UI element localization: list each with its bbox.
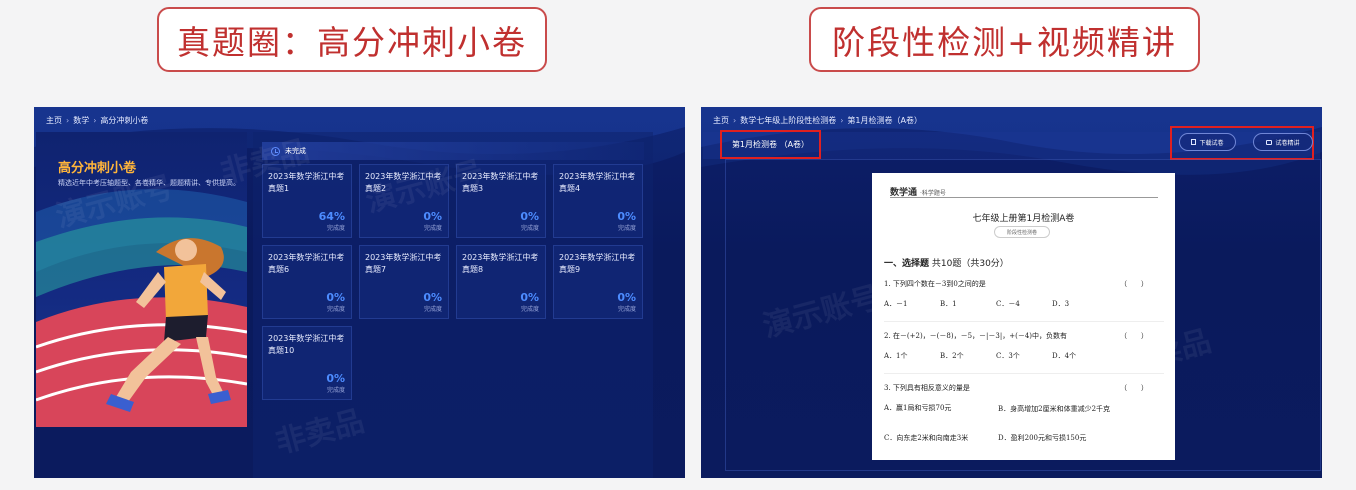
option: B．2个 [940,352,964,360]
option: D．盈利200元和亏损150元 [998,434,1087,442]
option: D．3 [1052,300,1070,308]
document-icon [1191,139,1197,145]
section-title: 一、选择题 [884,259,930,269]
answer-bracket: （ ） [1120,384,1148,392]
paper-card[interactable]: 2023年数学浙江中考真题7 0% 完成度 [359,245,449,319]
paper-title: 七年级上册第1月检测A卷 [972,214,1075,224]
question-text: 1. 下列四个数在－3到0之间的是 [884,280,986,288]
exam-paper[interactable]: 数学通 ·科学题号 七年级上册第1月检测A卷 阶段性检测卷 一、选择题 共10题（… [872,173,1175,460]
question-options: A．－1 B．1 C．－4 D．3 [884,299,1108,309]
breadcrumb-home[interactable]: 主页 [713,115,729,126]
question-options: A．1个 B．2个 C．3个 D．4个 [884,351,1108,361]
option: C．3个 [996,352,1020,360]
option: A．－1 [884,300,908,308]
download-paper-button[interactable]: 下载试卷 [1179,133,1236,151]
section-heading: 一、选择题 共10题（共30分） [884,256,1009,269]
question-divider [884,321,1164,322]
card-title: 2023年数学浙江中考真题4 [559,172,636,193]
option: B．1 [940,300,957,308]
paper-list-area: 未完成 2023年数学浙江中考真题1 64% 完成度 2023年数学浙江中考真题… [253,132,653,478]
breadcrumb-separator-icon: › [733,116,737,125]
card-percent: 0% [520,210,539,223]
answer-bracket: （ ） [1120,332,1148,340]
card-progress-label: 完成度 [617,306,636,313]
breadcrumb: 主页 › 数学七年级上阶段性检测卷 › 第1月检测卷（A卷） [713,115,922,126]
question-divider [884,373,1164,374]
card-progress-label: 完成度 [617,225,636,232]
paper-card[interactable]: 2023年数学浙江中考真题2 0% 完成度 [359,164,449,238]
card-progress-label: 完成度 [423,225,442,232]
card-progress-label: 完成度 [326,225,345,232]
paper-card[interactable]: 2023年数学浙江中考真题9 0% 完成度 [553,245,643,319]
card-percent: 0% [326,372,345,385]
card-percent: 64% [318,210,345,223]
card-title: 2023年数学浙江中考真题9 [559,253,636,274]
clock-icon [271,146,280,156]
status-label: 未完成 [285,147,306,155]
question-text: 3. 下列具有相反意义的量是 [884,384,970,392]
option: B．身高增加2厘米和体重减少2千克 [998,405,1111,413]
card-percent: 0% [423,291,442,304]
breadcrumb-current: 第1月检测卷（A卷） [847,116,922,125]
card-percent: 0% [423,210,442,223]
paper-card[interactable]: 2023年数学浙江中考真题3 0% 完成度 [456,164,546,238]
breadcrumb-math[interactable]: 数学 [73,115,89,126]
option: C．向东走2米和向南走3米 [884,434,969,442]
video-icon [1266,139,1273,145]
tab-current-paper[interactable]: 第1月检测卷 （A卷） [720,130,821,159]
paper-card[interactable]: 2023年数学浙江中考真题4 0% 完成度 [553,164,643,238]
option: C．－4 [996,300,1020,308]
paper-explanation-button[interactable]: 试卷精讲 [1253,133,1313,151]
breadcrumb-current: 高分冲刺小卷 [100,116,149,125]
card-title: 2023年数学浙江中考真题10 [268,334,345,355]
hero-banner: 高分冲刺小卷 精选近年中考压轴题型、各卷精华、题题精讲、专供提高。 [36,132,247,427]
paper-card[interactable]: 2023年数学浙江中考真题6 0% 完成度 [262,245,352,319]
option: A．1个 [884,352,908,360]
card-percent: 0% [617,291,636,304]
runner-illustration [36,189,247,427]
card-progress-label: 完成度 [423,306,442,313]
breadcrumb-separator-icon: › [93,116,97,125]
header-divider [890,197,1158,198]
paper-card[interactable]: 2023年数学浙江中考真题10 0% 完成度 [262,326,352,400]
card-title: 2023年数学浙江中考真题8 [462,253,539,274]
explain-label: 试卷精讲 [1275,139,1300,147]
card-title: 2023年数学浙江中考真题6 [268,253,345,274]
breadcrumb-separator-icon: › [840,116,844,125]
breadcrumb-separator-icon: › [66,116,70,125]
card-progress-label: 完成度 [520,225,539,232]
card-progress-label: 完成度 [326,306,345,313]
logo-subtext: ·科学题号 [920,190,946,197]
hero-description: 精选近年中考压轴题型、各卷精华、题题精讲、专供提高。 [58,179,240,187]
section-label-right: 阶段性检测+视频精讲 [809,7,1200,72]
option: A．赢1局和亏损70元 [884,404,952,412]
card-title: 2023年数学浙江中考真题1 [268,172,345,193]
section-detail: 共10题（共30分） [931,259,1009,269]
paper-tag: 阶段性检测卷 [994,226,1050,238]
card-progress-label: 完成度 [326,387,345,394]
breadcrumb-collection[interactable]: 数学七年级上阶段性检测卷 [740,115,836,126]
download-label: 下载试卷 [1199,139,1224,147]
card-percent: 0% [617,210,636,223]
card-title: 2023年数学浙江中考真题3 [462,172,539,193]
card-percent: 0% [520,291,539,304]
answer-bracket: （ ） [1120,280,1148,288]
card-progress-label: 完成度 [520,306,539,313]
card-title: 2023年数学浙江中考真题7 [365,253,442,274]
paper-card[interactable]: 2023年数学浙江中考真题1 64% 完成度 [262,164,352,238]
breadcrumb: 主页 › 数学 › 高分冲刺小卷 [46,115,148,126]
right-screenshot-panel: 主页 › 数学七年级上阶段性检测卷 › 第1月检测卷（A卷） 第1月检测卷 （A… [701,107,1322,478]
card-title: 2023年数学浙江中考真题2 [365,172,442,193]
hero-title: 高分冲刺小卷 [58,161,137,176]
breadcrumb-home[interactable]: 主页 [46,115,62,126]
status-filter-bar[interactable]: 未完成 [262,142,644,160]
left-screenshot-panel: 主页 › 数学 › 高分冲刺小卷 高分冲刺小卷 精选近年中考压轴题型、各卷精华、… [34,107,685,478]
option: D．4个 [1052,352,1077,360]
card-percent: 0% [326,291,345,304]
paper-card[interactable]: 2023年数学浙江中考真题8 0% 完成度 [456,245,546,319]
section-label-left: 真题圈：高分冲刺小卷 [157,7,547,72]
question-text: 2. 在－(+2)，－(－8)，－5，－|－3|，+(－4)中，负数有 [884,332,1068,340]
